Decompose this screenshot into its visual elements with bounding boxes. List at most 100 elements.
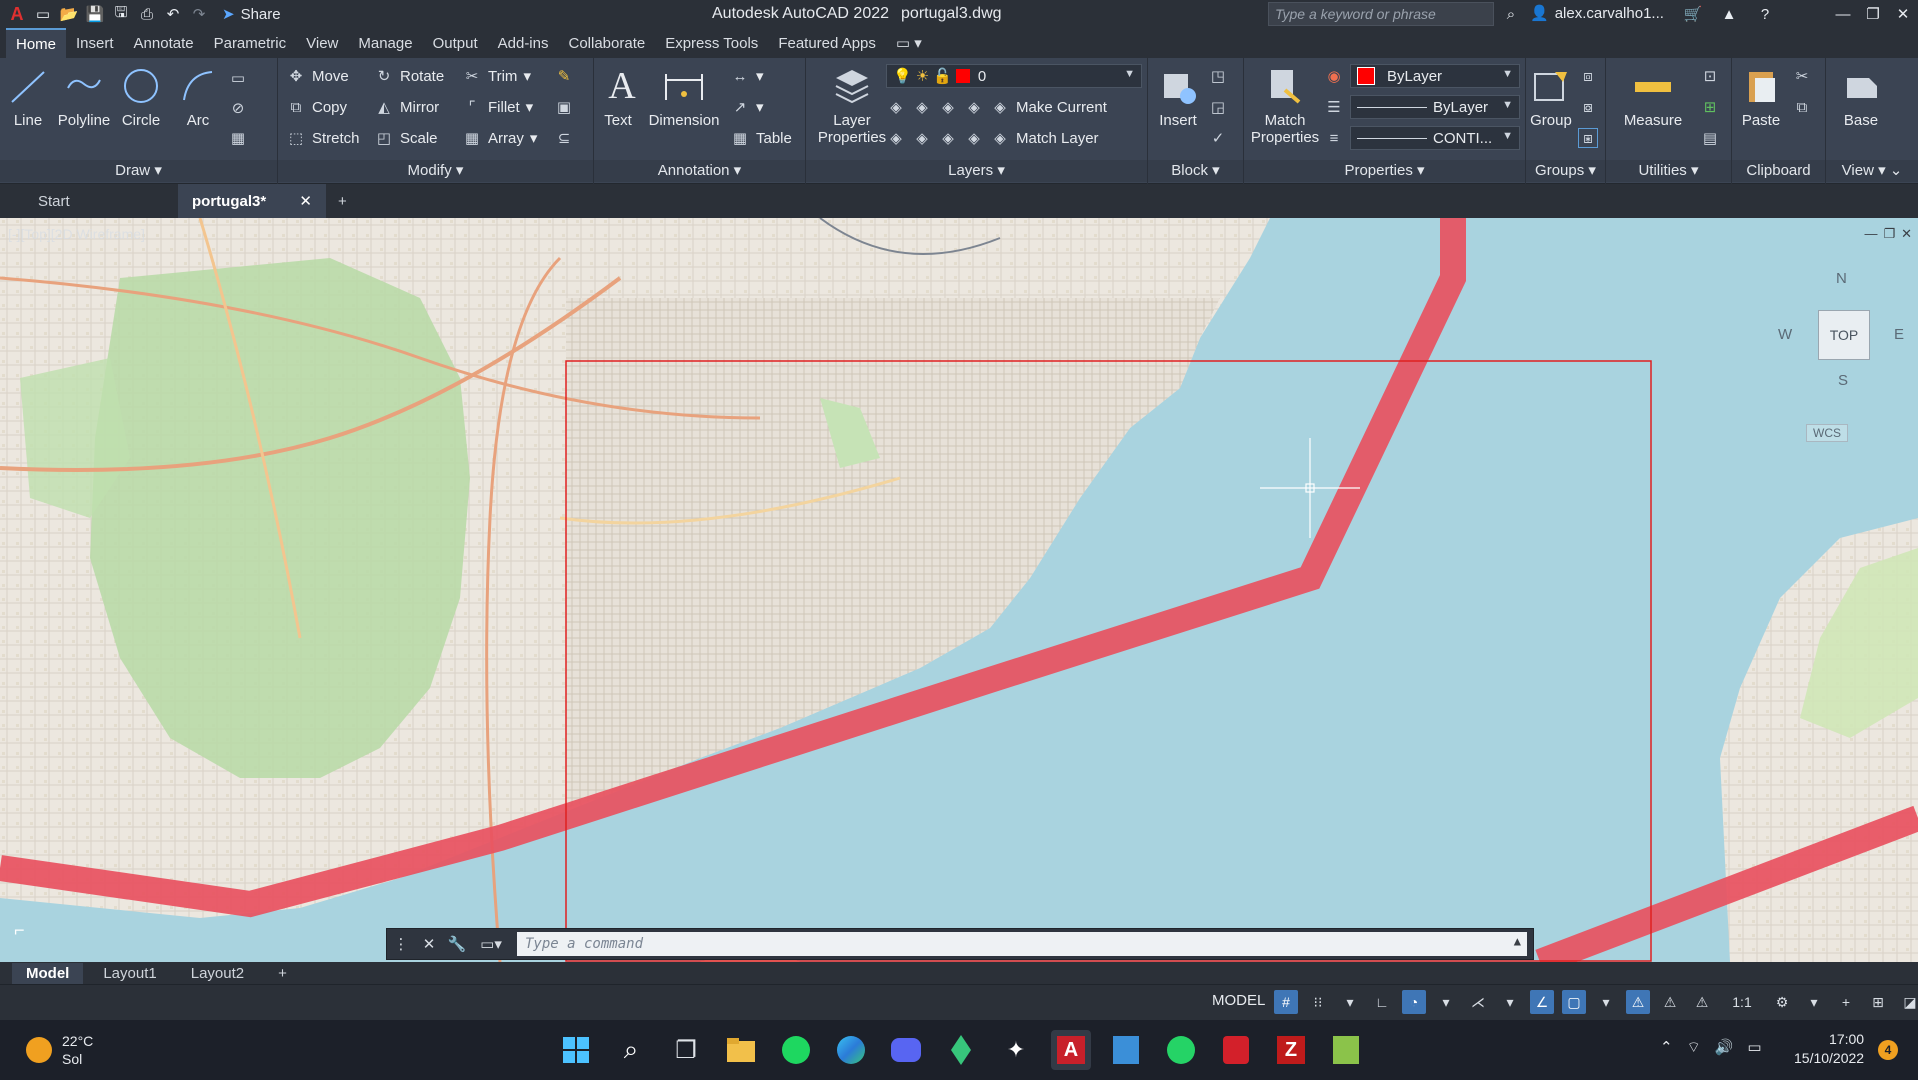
circle-button[interactable]: Circle: [118, 64, 164, 129]
utilities-panel-title[interactable]: Utilities ▾: [1606, 160, 1731, 182]
drawing-viewport[interactable]: [-][Top][2D Wireframe] — ❐ ✕ N W E S TOP…: [0, 218, 1918, 962]
fillet-button[interactable]: ⌜ Fillet ▾: [462, 95, 533, 119]
grid-icon[interactable]: #: [1274, 990, 1298, 1014]
filezilla-icon[interactable]: Z: [1271, 1030, 1311, 1070]
isodraft-icon[interactable]: ⋌: [1466, 990, 1490, 1014]
rectangle-button[interactable]: ▭: [228, 66, 248, 90]
layer-on-icon[interactable]: ◈: [886, 128, 906, 148]
trim-button[interactable]: ✂ Trim ▾: [462, 64, 531, 88]
match-layer-button[interactable]: Match Layer: [1016, 130, 1099, 147]
notepad-plus-icon[interactable]: [1326, 1030, 1366, 1070]
layer-isolate-icon[interactable]: ◈: [912, 97, 932, 117]
system-clock[interactable]: 17:00 15/10/2022: [1794, 1030, 1864, 1068]
layer-lock-icon[interactable]: ◈: [964, 97, 984, 117]
polar-icon[interactable]: ◔: [1402, 990, 1426, 1014]
gradient-button[interactable]: ▦: [228, 126, 248, 150]
text-button[interactable]: A Text: [600, 64, 636, 129]
chevron-up-icon[interactable]: ⌃: [1660, 1038, 1673, 1057]
acrobat-icon[interactable]: [1216, 1030, 1256, 1070]
arc-button[interactable]: Arc: [176, 64, 220, 129]
layer-properties-button[interactable]: Layer Properties: [814, 64, 890, 146]
restore-button[interactable]: ❐: [1858, 0, 1888, 28]
erase-button[interactable]: ✎: [554, 64, 574, 88]
command-input[interactable]: Type a command ▲: [517, 932, 1527, 956]
whatsapp-icon[interactable]: [1161, 1030, 1201, 1070]
copy-clip-button[interactable]: ⧉: [1792, 95, 1812, 119]
redo-icon[interactable]: ↷: [188, 3, 210, 25]
object-snap-tracking-icon[interactable]: ∠: [1530, 990, 1554, 1014]
linetype-button[interactable]: ≡: [1324, 126, 1344, 150]
tab-view[interactable]: View: [296, 29, 348, 58]
array-button[interactable]: ▦ Array ▾: [462, 126, 537, 150]
rotate-button[interactable]: ↻ Rotate: [374, 64, 445, 88]
tab-model[interactable]: Model: [12, 962, 84, 984]
new-file-icon[interactable]: ▭: [32, 3, 54, 25]
model-space-toggle[interactable]: MODEL: [1212, 992, 1265, 1009]
save-as-icon[interactable]: 🖫: [110, 3, 132, 25]
tab-insert[interactable]: Insert: [66, 29, 124, 58]
command-history-icon[interactable]: ▭▾: [471, 929, 511, 959]
layer-unisolate-icon[interactable]: ◈: [912, 128, 932, 148]
discord-icon[interactable]: [886, 1030, 926, 1070]
command-expand-icon[interactable]: ▲: [1514, 934, 1521, 948]
block-attributes-button[interactable]: ✓: [1208, 126, 1228, 150]
tab-layout1[interactable]: Layout1: [89, 963, 170, 984]
tab-add-ins[interactable]: Add-ins: [488, 29, 559, 58]
command-customize-icon[interactable]: 🔧: [443, 929, 471, 959]
search-icon[interactable]: ⌕: [1500, 3, 1522, 25]
auto-scale-icon[interactable]: ⚠: [1658, 990, 1682, 1014]
close-button[interactable]: ✕: [1888, 0, 1918, 28]
measure-button[interactable]: Measure: [1610, 64, 1696, 129]
workspace-gear-icon[interactable]: ⚙: [1770, 990, 1794, 1014]
tab-layout2[interactable]: Layout2: [177, 963, 258, 984]
add-layout-button[interactable]: +: [264, 963, 301, 984]
windows-start-icon[interactable]: [556, 1030, 596, 1070]
leader-button[interactable]: ↗ ▾: [730, 95, 764, 119]
open-folder-icon[interactable]: 📂: [58, 3, 80, 25]
copy-button[interactable]: ⧉ Copy: [286, 95, 347, 119]
units-icon[interactable]: ⊞: [1866, 990, 1890, 1014]
group-edit-button[interactable]: ⧇: [1578, 95, 1598, 119]
viewcube[interactable]: N W E S TOP: [1778, 270, 1908, 400]
polyline-button[interactable]: Polyline: [52, 64, 116, 129]
calculator-button[interactable]: ▤: [1700, 126, 1720, 150]
color-dropdown[interactable]: ByLayer ▼: [1350, 64, 1520, 88]
epic-games-icon[interactable]: ✦: [996, 1030, 1036, 1070]
block-panel-title[interactable]: Block ▾: [1148, 160, 1243, 182]
hatch-button[interactable]: ⊘: [228, 96, 248, 120]
wcs-menu[interactable]: WCS: [1806, 424, 1848, 442]
tab-collaborate[interactable]: Collaborate: [558, 29, 655, 58]
linear-dimension-button[interactable]: ↔ ▾: [730, 64, 764, 88]
notification-badge[interactable]: 4: [1878, 1040, 1898, 1060]
paste-button[interactable]: Paste: [1736, 64, 1786, 129]
offset-button[interactable]: ⊆: [554, 126, 574, 150]
viewport-controls-label[interactable]: [-][Top][2D Wireframe]: [8, 226, 145, 242]
ortho-icon[interactable]: ∟: [1370, 990, 1394, 1014]
command-close-icon[interactable]: ✕: [415, 929, 443, 959]
wifi-icon[interactable]: ⌔: [1687, 1038, 1701, 1057]
viewcube-top-face[interactable]: TOP: [1818, 310, 1870, 360]
dimension-button[interactable]: Dimension: [644, 64, 724, 129]
isodraft-menu-icon[interactable]: ▾: [1498, 990, 1522, 1014]
object-snap-icon[interactable]: ▢: [1562, 990, 1586, 1014]
draw-panel-title[interactable]: Draw ▾: [0, 160, 277, 182]
insert-block-button[interactable]: Insert: [1154, 64, 1202, 129]
file-explorer-icon[interactable]: [721, 1030, 761, 1070]
table-button[interactable]: ▦ Table: [730, 126, 792, 150]
weather-widget[interactable]: 22°C Sol: [26, 1032, 93, 1068]
search-input[interactable]: Type a keyword or phrase: [1268, 2, 1494, 26]
tab-parametric[interactable]: Parametric: [204, 29, 297, 58]
lineweight-button[interactable]: ☰: [1324, 95, 1344, 119]
tab-express-tools[interactable]: Express Tools: [655, 29, 768, 58]
autocad-taskbar-icon[interactable]: A: [1051, 1030, 1091, 1070]
annotation-panel-title[interactable]: Annotation ▾: [594, 160, 805, 182]
layer-freeze-icon[interactable]: ◈: [938, 97, 958, 117]
group-button[interactable]: Group: [1528, 64, 1574, 129]
line-button[interactable]: Line: [6, 64, 50, 129]
make-current-button[interactable]: Make Current: [1016, 99, 1107, 116]
edge-icon[interactable]: [831, 1030, 871, 1070]
polar-menu-icon[interactable]: ▾: [1434, 990, 1458, 1014]
base-view-button[interactable]: Base: [1836, 64, 1886, 129]
tab-manage[interactable]: Manage: [348, 29, 422, 58]
quick-select-button[interactable]: ⊞: [1700, 95, 1720, 119]
